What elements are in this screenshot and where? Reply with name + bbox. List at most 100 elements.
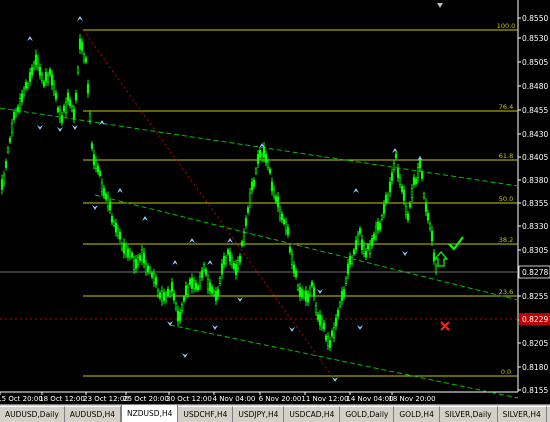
candle-body [324,335,328,341]
candle-body [416,167,420,178]
price-chart[interactable]: 100.0 76.4 61.8 50.0 38.2 23.6 0.0 0.8550 0.853… [0,0,550,404]
candle-body [332,327,336,338]
candle-body [236,260,240,269]
tab-usdcad-h4[interactable]: USDCAD,H4 [284,406,341,422]
tab-usdjpy-h4[interactable]: USDJPY,H4 [233,406,285,422]
fractal-down-icon [57,127,63,132]
candle-body [184,285,188,296]
red-price-text: 0.8229 [522,315,548,324]
candle-body [374,226,378,237]
candle-body [142,252,146,264]
candle-body [354,240,358,250]
fibonacci-retracement[interactable]: 100.0 76.4 61.8 50.0 38.2 23.6 0.0 [83,22,518,377]
channel-upper-line[interactable] [0,107,519,187]
candle-body [378,223,382,230]
candle-body [50,74,54,86]
candle-body [300,289,304,298]
price-tick-label: 0.8330 [522,222,548,231]
tab-usdchf-h4[interactable]: USDCHF,H4 [178,406,234,422]
candle-body [176,310,180,322]
candle-body [108,201,112,211]
candle-body [406,213,410,221]
candle-body [304,290,308,302]
tab-nzdusd-h4[interactable]: NZDUSD,H4 [121,405,179,422]
candle-body [162,292,166,301]
fractal-up-icon [27,36,33,41]
candle-body [12,112,16,120]
candle-body [364,250,368,258]
candle-body [288,246,292,253]
candle-body [138,255,142,261]
candle-body [386,194,390,201]
candle-body [158,292,162,299]
candle-body [308,287,312,295]
fractal-up-icon [77,16,83,21]
candle-body [250,181,254,191]
fib-level-label: 50.0 [499,195,513,203]
time-tick-label: 4 Nov 04:00 [213,395,256,403]
candle-body [318,314,322,326]
candle-body [68,99,72,106]
candle-body [348,256,352,265]
candle-body [88,113,92,122]
candle-body [86,83,90,94]
tab-silver-h4[interactable]: SILVER,H4 [497,406,547,422]
candle-body [402,190,406,201]
candle-body [134,259,138,269]
candle-body [320,318,324,328]
chart-tabs-bar: AUDUSD,Daily AUDUSD,H4 NZDUSD,H4 USDCHF,… [0,404,550,422]
candle-body [48,69,52,75]
fractal-down-icon [212,325,218,330]
price-tick-label: 0.8530 [522,34,548,43]
candle-body [268,168,272,174]
candle-body [330,330,334,337]
candle-body [4,161,8,168]
price-tick-label: 0.8155 [522,386,548,395]
price-axis: 0.8550 0.8530 0.8505 0.8480 0.8455 0.8430 0.84… [518,14,548,395]
candle-body [334,317,338,327]
candle-body [246,207,250,213]
candle-body [384,194,388,203]
candle-body [322,322,326,330]
tab-audusd-daily[interactable]: AUDUSD,Daily [0,406,65,422]
tab-silver-daily[interactable]: SILVER,Daily [439,406,498,422]
fib-level-label: 0.0 [501,368,511,376]
candle-body [280,213,284,221]
candle-body [40,74,44,81]
candle-body [276,196,280,208]
chart-shift-marker-icon[interactable] [437,3,443,8]
candle-body [272,188,276,197]
candle-body [366,244,370,250]
price-tick-label: 0.8380 [522,176,548,185]
channel-lower-line[interactable] [169,324,519,399]
candle-body [160,290,164,302]
candle-body [424,202,428,212]
tab-gold-h4[interactable]: GOLD,H4 [394,406,440,422]
candle-body [352,249,356,255]
candle-body [196,285,200,291]
candle-body [426,212,430,221]
fractal-up-icon [99,120,105,125]
candle-body [400,186,404,192]
candle-body [102,188,106,196]
candle-body [410,188,414,198]
time-tick-label: 25 Oct 20:00 [123,395,169,403]
buy-arrow-icon[interactable] [433,251,449,267]
candle-body [148,267,152,273]
candle-body [274,196,278,202]
candle-body [26,83,30,88]
chart-canvas[interactable]: 100.0 76.4 61.8 50.0 38.2 23.6 0.0 0.8550 0.853… [0,0,550,404]
tab-audusd-h4[interactable]: AUDUSD,H4 [64,406,122,422]
candle-body [418,159,422,169]
fractal-up-icon [392,148,398,153]
candle-body [42,81,46,87]
candle-body [10,123,14,133]
candle-body [344,278,348,284]
candle-body [262,146,266,158]
tab-gold-daily[interactable]: GOLD,Daily [340,406,395,422]
candle-body [202,264,206,270]
price-tick-label: 0.8305 [522,246,548,255]
price-tick-label: 0.8430 [522,130,548,139]
candle-body [92,154,96,165]
candle-body [372,233,376,240]
